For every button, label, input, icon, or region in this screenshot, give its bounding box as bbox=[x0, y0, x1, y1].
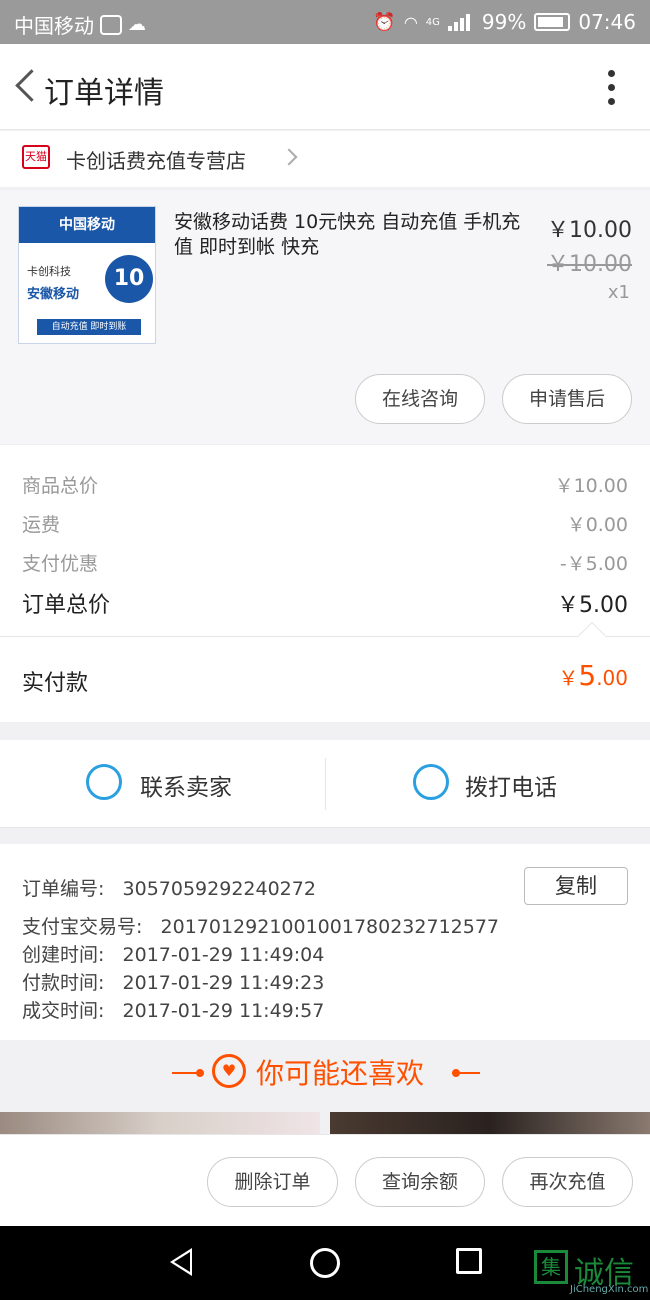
thumb-line2: 安徽移动 bbox=[27, 287, 80, 302]
alipay-trade-row: 支付宝交易号: 2017012921001001780232712577 bbox=[22, 912, 499, 939]
recommend-header: ♥ 你可能还喜欢 bbox=[0, 1040, 650, 1106]
info-label: 付款时间: bbox=[22, 972, 105, 994]
battery-label: 99% bbox=[481, 10, 527, 34]
contact-seller-label: 联系卖家 bbox=[140, 775, 232, 801]
cloud-icon: ☁ bbox=[128, 14, 146, 35]
status-right: ⏰ ◠ 4G 99% 07:46 bbox=[373, 10, 636, 34]
back-icon[interactable] bbox=[10, 66, 44, 106]
alarm-icon: ⏰ bbox=[373, 11, 396, 33]
delete-order-button[interactable]: 删除订单 bbox=[207, 1157, 338, 1207]
check-balance-button[interactable]: 查询余额 bbox=[355, 1157, 485, 1207]
page-title: 订单详情 bbox=[44, 76, 164, 111]
call-phone-label: 拨打电话 bbox=[465, 775, 557, 801]
order-total-label: 订单总价 bbox=[22, 593, 111, 618]
product-name[interactable]: 安徽移动话费 10元快充 自动充值 手机充值 即时到帐 快充 bbox=[174, 210, 526, 260]
app-notification-icon bbox=[100, 14, 122, 35]
signal-icon bbox=[447, 13, 474, 31]
paid-amount-row: 实付款 ￥5.00 bbox=[0, 636, 650, 722]
network-label: 4G bbox=[425, 16, 440, 28]
header-bar: 订单详情 bbox=[0, 44, 650, 130]
summary-value: ￥10.00 bbox=[554, 475, 628, 497]
order-total-value: ￥5.00 bbox=[557, 593, 628, 618]
summary-value: ￥0.00 bbox=[566, 514, 628, 536]
nav-recent-icon[interactable] bbox=[456, 1248, 482, 1274]
bottom-action-bar: 删除订单 查询余额 再次充值 bbox=[0, 1134, 650, 1226]
summary-label: 支付优惠 bbox=[22, 553, 99, 575]
paid-label: 实付款 bbox=[22, 671, 89, 696]
info-value: 2017-01-29 11:49:04 bbox=[122, 944, 325, 966]
thumb-brand: 中国移动 bbox=[19, 207, 155, 243]
product-original-price: ￥10.00 bbox=[547, 252, 632, 277]
heart-icon: ♥ bbox=[212, 1054, 246, 1088]
thumb-foot: 自动充值 即时到账 bbox=[37, 319, 141, 335]
watermark-site: JiChengXin.com bbox=[570, 1284, 649, 1295]
more-options-icon[interactable] bbox=[608, 70, 616, 106]
status-bar: 中国移动 ☁ ⏰ ◠ 4G 99% 07:46 bbox=[0, 0, 650, 44]
info-label: 支付宝交易号: bbox=[22, 916, 143, 938]
decor-line bbox=[452, 1072, 480, 1074]
product-price: ￥10.00 bbox=[547, 218, 632, 243]
summary-label: 运费 bbox=[22, 514, 61, 536]
recommend-title: 你可能还喜欢 bbox=[256, 1057, 425, 1090]
chat-face-icon bbox=[86, 764, 122, 800]
contact-bar: 联系卖家 拨打电话 bbox=[0, 740, 650, 828]
summary-row: 支付优惠 -￥5.00 bbox=[22, 549, 628, 579]
contact-seller-button[interactable]: 联系卖家 bbox=[0, 740, 325, 828]
paid-value: ￥5.00 bbox=[558, 659, 628, 692]
copy-button[interactable]: 复制 bbox=[524, 867, 628, 905]
product-thumbnail[interactable]: 中国移动 卡创科技 安徽移动 10 自动充值 即时到账 bbox=[18, 206, 156, 344]
summary-row: 商品总价 ￥10.00 bbox=[22, 471, 628, 501]
paid-int: 5 bbox=[578, 659, 597, 692]
order-info: 订单编号: 3057059292240272 复制 支付宝交易号: 201701… bbox=[0, 844, 650, 1040]
order-total-row: 订单总价 ￥5.00 bbox=[22, 587, 628, 618]
tmall-badge-icon: 天猫 bbox=[22, 145, 50, 169]
time-label: 07:46 bbox=[578, 10, 636, 34]
summary-value: -￥5.00 bbox=[559, 553, 628, 575]
paid-currency: ￥ bbox=[558, 666, 579, 690]
wifi-icon: ◠ bbox=[403, 12, 418, 32]
shop-name: 卡创话费充值专营店 bbox=[66, 149, 246, 173]
watermark-logo: 集 诚信 JiChengXin.com bbox=[532, 1250, 650, 1300]
recharge-again-button[interactable]: 再次充值 bbox=[502, 1157, 633, 1207]
info-label: 创建时间: bbox=[22, 944, 105, 966]
watermark-glyph: 集 bbox=[534, 1250, 568, 1284]
info-value: 2017-01-29 11:49:57 bbox=[122, 1000, 325, 1022]
paid-dec: .00 bbox=[596, 666, 628, 690]
order-detail-screen: 中国移动 ☁ ⏰ ◠ 4G 99% 07:46 订单详情 天猫 卡创话费充值专营… bbox=[0, 0, 650, 1300]
after-sale-button[interactable]: 申请售后 bbox=[502, 374, 632, 424]
summary-row: 运费 ￥0.00 bbox=[22, 510, 628, 540]
chevron-right-icon bbox=[280, 148, 298, 166]
shop-row[interactable]: 天猫 卡创话费充值专营店 bbox=[0, 131, 650, 187]
nav-back-icon[interactable] bbox=[170, 1248, 192, 1276]
completed-time-row: 成交时间: 2017-01-29 11:49:57 bbox=[22, 996, 324, 1023]
info-label: 成交时间: bbox=[22, 1000, 105, 1022]
info-value: 2017012921001001780232712577 bbox=[160, 916, 500, 938]
product-card: 中国移动 卡创科技 安徽移动 10 自动充值 即时到账 安徽移动话费 10元快充… bbox=[0, 190, 650, 444]
order-number-row: 订单编号: 3057059292240272 bbox=[22, 874, 316, 901]
carrier-label: 中国移动 bbox=[14, 14, 94, 38]
paid-time-row: 付款时间: 2017-01-29 11:49:23 bbox=[22, 968, 324, 995]
nav-home-icon[interactable] bbox=[310, 1248, 340, 1278]
decor-dot bbox=[196, 1069, 204, 1077]
call-phone-button[interactable]: 拨打电话 bbox=[325, 740, 650, 828]
thumb-badge: 10 bbox=[105, 255, 153, 303]
info-label: 订单编号: bbox=[22, 878, 105, 900]
summary-label: 商品总价 bbox=[22, 475, 99, 497]
thumb-line1: 卡创科技 bbox=[27, 265, 71, 278]
product-quantity: x1 bbox=[607, 282, 630, 303]
info-value: 2017-01-29 11:49:23 bbox=[122, 972, 325, 994]
info-value: 3057059292240272 bbox=[122, 878, 316, 900]
status-left: 中国移动 ☁ bbox=[14, 10, 146, 39]
created-time-row: 创建时间: 2017-01-29 11:49:04 bbox=[22, 940, 324, 967]
online-consult-button[interactable]: 在线咨询 bbox=[355, 374, 485, 424]
battery-icon bbox=[534, 13, 571, 31]
price-summary: 商品总价 ￥10.00 运费 ￥0.00 支付优惠 -￥5.00 订单总价 ￥5… bbox=[0, 444, 650, 636]
phone-icon bbox=[413, 764, 449, 800]
